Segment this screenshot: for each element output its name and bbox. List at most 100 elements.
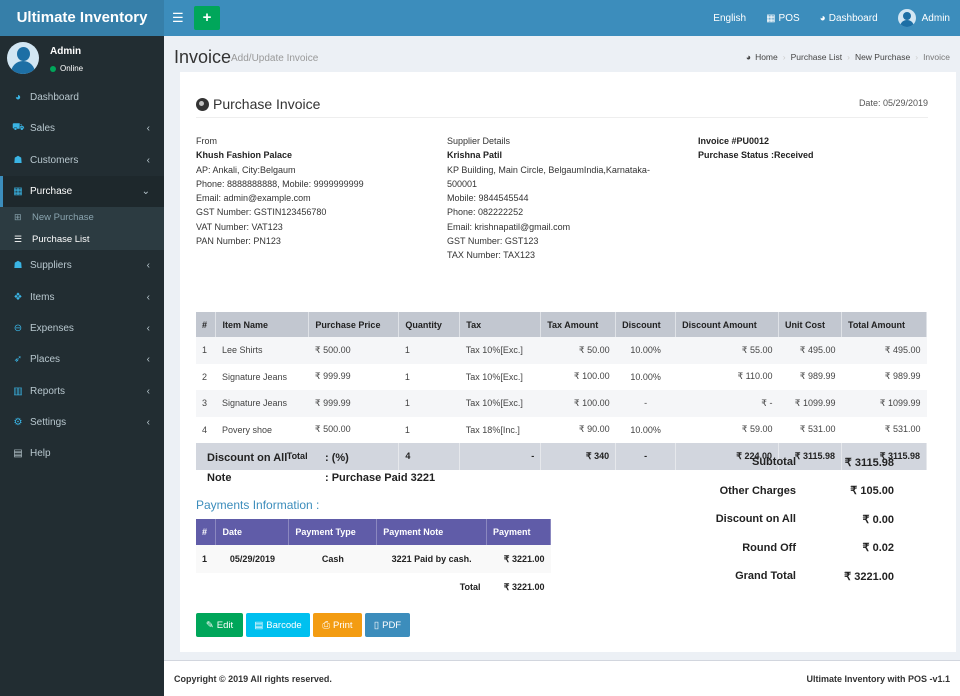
summary-value: ₹ 0.02 bbox=[862, 542, 894, 555]
copyright: Copyright © 2019 All rights reserved. bbox=[174, 674, 332, 684]
from-line: Phone: 8888888888, Mobile: 9999999999 bbox=[196, 178, 364, 189]
table-row: 1 Lee Shirts ₹ 500.00 1 Tax 10%[Exc.] ₹ 50.00… bbox=[196, 337, 927, 364]
sidebar-item-places[interactable]: ➶ Places ‹ bbox=[0, 344, 164, 375]
pdf-button[interactable]: ▯ PDF bbox=[365, 613, 410, 637]
purchase-status: Purchase Status :Received bbox=[698, 150, 814, 161]
avatar bbox=[7, 42, 39, 74]
column-header: Discount Amount bbox=[675, 312, 780, 337]
sidebar-item-sales[interactable]: ⛟ Sales ‹ bbox=[0, 113, 164, 144]
dashboard-link[interactable]: ◕ Dashboard bbox=[820, 13, 878, 24]
pdf-icon: ▯ bbox=[373, 619, 380, 631]
language-menu[interactable]: English bbox=[713, 13, 746, 24]
edit-label: Edit bbox=[216, 619, 234, 631]
invoice-date: Date: 05/29/2019 bbox=[858, 98, 928, 108]
discount-on-all-row: Discount on All: (%) bbox=[207, 452, 349, 464]
sidebar-item-label: Suppliers bbox=[30, 260, 72, 272]
table-cell: Signature Jeans bbox=[221, 371, 288, 382]
action-buttons: ✎ Edit ▤ Barcode ⎙ Print ▯ PDF bbox=[196, 613, 413, 637]
summary-label: Other Charges bbox=[719, 484, 796, 497]
sidebar-item-purchase[interactable]: ▦ Purchase ⌄ bbox=[0, 175, 164, 208]
table-row: 2 Signature Jeans ₹ 999.99 1 Tax 10%[Exc.] ₹ … bbox=[196, 364, 927, 391]
print-icon: ⎙ bbox=[322, 619, 331, 631]
table-row: 3 Signature Jeans ₹ 999.99 1 Tax 10%[Exc.] ₹ … bbox=[196, 390, 927, 417]
column-header: Purchase Price bbox=[308, 312, 400, 337]
discount-label: Discount on All bbox=[207, 452, 288, 464]
user-menu[interactable]: Admin bbox=[897, 9, 950, 27]
minus-circle-icon: ⊖ bbox=[13, 322, 23, 334]
add-new-button[interactable]: + bbox=[194, 6, 220, 30]
column-header: Discount bbox=[615, 312, 677, 337]
payments-total-value: ₹ 3221.00 bbox=[503, 581, 545, 592]
sidebar-item-expenses[interactable]: ⊖ Expenses ‹ bbox=[0, 313, 164, 344]
table-cell: Tax 10%[Exc.] bbox=[459, 337, 541, 364]
totals-summary: Subtotal ₹ 3115.98 Other Charges ₹ 105.00 … bbox=[670, 448, 910, 591]
payments-total-row: Total ₹ 3221.00 bbox=[196, 573, 551, 601]
edit-button[interactable]: ✎ Edit bbox=[196, 613, 243, 637]
sidebar-item-label: Customers bbox=[30, 154, 79, 166]
rocket-icon: ➶ bbox=[13, 354, 23, 366]
breadcrumb-separator: › bbox=[782, 52, 786, 62]
column-header: Date bbox=[215, 519, 290, 545]
sidebar-item-help[interactable]: ▤ Help bbox=[0, 438, 164, 469]
main-content: Invoice Add/Update Invoice ◕ Home › Purch… bbox=[164, 36, 960, 656]
sidebar-item-items[interactable]: ❖ Items ‹ bbox=[0, 281, 164, 312]
sidebar-item-label: Sales bbox=[30, 123, 56, 135]
table-cell: 2 bbox=[202, 371, 208, 382]
chevron-left-icon: ‹ bbox=[146, 123, 150, 135]
sidebar-item-customers[interactable]: ☗ Customers ‹ bbox=[0, 145, 164, 176]
summary-row-grand-total: Grand Total ₹ 3221.00 bbox=[670, 562, 910, 591]
cart-icon: ⛟ bbox=[12, 122, 25, 134]
chevron-left-icon: ‹ bbox=[146, 354, 150, 366]
from-line: PAN Number: PN123 bbox=[196, 236, 281, 247]
app-logo[interactable]: Ultimate Inventory bbox=[0, 0, 164, 36]
supplier-line: Phone: 082222252 bbox=[447, 207, 524, 218]
column-header: Tax Amount bbox=[540, 312, 617, 337]
table-cell: 10.00% bbox=[630, 424, 661, 435]
breadcrumb-home[interactable]: Home bbox=[755, 52, 778, 62]
table-cell: ₹ 1099.99 bbox=[778, 390, 842, 417]
column-header: Item Name bbox=[215, 312, 310, 337]
sidebar-user-name: Admin bbox=[50, 46, 82, 57]
total-cell: - bbox=[459, 443, 542, 470]
sidebar-item-new-purchase[interactable]: ⊞ New Purchase bbox=[0, 207, 164, 229]
table-cell: 1 bbox=[398, 390, 460, 417]
cubes-icon: ❖ bbox=[13, 291, 23, 303]
supplier-line: Mobile: 9844545544 bbox=[447, 193, 529, 204]
table-cell: 1 bbox=[196, 545, 216, 573]
globe-icon bbox=[196, 97, 209, 111]
table-header-row: # Date Payment Type Payment Note Payment bbox=[196, 519, 551, 545]
menu-toggle-icon[interactable]: ☰ bbox=[172, 11, 184, 25]
payments-title: Payments Information : bbox=[196, 498, 320, 512]
summary-value: ₹ 3115.98 bbox=[844, 456, 894, 469]
breadcrumb-purchase-list[interactable]: Purchase List bbox=[791, 52, 843, 62]
summary-label: Discount on All bbox=[715, 513, 796, 526]
invoice-meta: Invoice #PU0012 Purchase Status :Receive… bbox=[698, 134, 814, 163]
table-cell: ₹ 500.00 bbox=[314, 424, 351, 435]
barcode-button[interactable]: ▤ Barcode bbox=[246, 613, 310, 637]
pos-link[interactable]: ▦ POS bbox=[766, 13, 800, 24]
table-row: 1 05/29/2019 Cash 3221 Paid by cash. ₹ 3… bbox=[196, 545, 551, 573]
sidebar-item-dashboard[interactable]: ◕ Dashboard bbox=[0, 82, 164, 113]
print-button[interactable]: ⎙ Print bbox=[313, 613, 362, 637]
page-subtitle: Add/Update Invoice bbox=[231, 53, 319, 64]
column-header: Total Amount bbox=[841, 312, 928, 337]
chevron-left-icon: ‹ bbox=[146, 322, 150, 334]
sidebar-item-settings[interactable]: ⚙ Settings ‹ bbox=[0, 407, 164, 438]
sidebar-item-purchase-list[interactable]: ☰ Purchase List bbox=[0, 229, 164, 251]
table-cell: Signature Jeans bbox=[215, 390, 309, 417]
supplier-line: 500001 bbox=[447, 178, 478, 189]
from-address: From Khush Fashion Palace AP: Ankali, Ci… bbox=[196, 134, 364, 248]
sidebar-item-reports[interactable]: ▥ Reports ‹ bbox=[0, 375, 164, 406]
note-row: Note: Purchase Paid 3221 bbox=[207, 472, 435, 484]
from-name: Khush Fashion Palace bbox=[196, 150, 293, 161]
breadcrumb-new-purchase[interactable]: New Purchase bbox=[855, 52, 910, 62]
table-cell: ₹ 59.00 bbox=[741, 424, 773, 435]
invoice-box: Purchase Invoice Date: 05/29/2019 From K… bbox=[180, 72, 956, 652]
table-cell: 4 bbox=[202, 424, 208, 435]
sidebar-item-suppliers[interactable]: ☗ Suppliers ‹ bbox=[0, 250, 164, 281]
from-line: Email: admin@example.com bbox=[196, 193, 311, 204]
table-cell: 10.00% bbox=[630, 371, 661, 382]
table-cell: ₹ 999.99 bbox=[314, 371, 351, 382]
table-cell: ₹ 989.99 bbox=[799, 371, 836, 382]
plus-square-icon: ⊞ bbox=[14, 212, 22, 223]
